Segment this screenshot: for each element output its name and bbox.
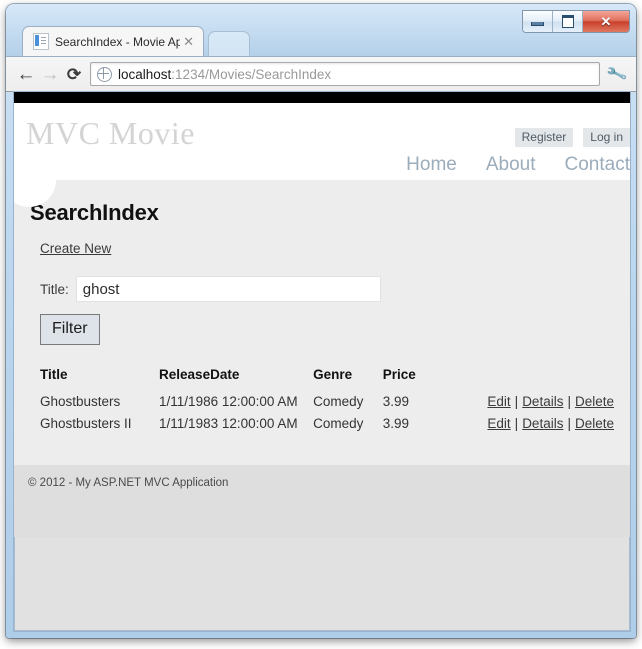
filter-button[interactable]: Filter: [40, 314, 100, 345]
footer-copyright: © 2012 - My ASP.NET MVC Application: [28, 477, 229, 489]
login-link[interactable]: Log in: [583, 128, 630, 147]
nav-link-home[interactable]: Home: [406, 155, 457, 174]
browser-tab-title: SearchIndex - Movie App: [55, 34, 181, 49]
table-row: Ghostbusters II 1/11/1983 12:00:00 AM Co…: [30, 413, 614, 435]
register-link[interactable]: Register: [514, 128, 574, 147]
forward-button[interactable]: →: [38, 62, 62, 86]
site-footer: © 2012 - My ASP.NET MVC Application: [14, 465, 630, 537]
filter-form: Title:: [30, 276, 614, 302]
title-filter-label: Title:: [40, 281, 69, 297]
browser-tabstrip: SearchIndex - Movie App ✕: [6, 26, 636, 57]
action-separator: |: [567, 416, 571, 431]
cell-releasedate: 1/11/1986 12:00:00 AM: [159, 394, 298, 409]
details-link[interactable]: Details: [522, 394, 563, 409]
details-link[interactable]: Details: [522, 416, 563, 431]
column-header-actions: [487, 367, 614, 391]
page-body: SearchIndex Create New Title: Filter Tit…: [14, 180, 630, 465]
back-button[interactable]: ←: [14, 62, 38, 86]
page-favicon-icon: [33, 33, 49, 50]
cell-genre: Comedy: [313, 416, 364, 431]
column-header-title: Title: [40, 367, 68, 382]
cell-actions: Edit | Details | Delete: [487, 413, 614, 435]
address-bar[interactable]: localhost:1234/Movies/SearchIndex: [90, 62, 600, 86]
edit-link[interactable]: Edit: [487, 416, 510, 431]
cell-genre: Comedy: [313, 394, 364, 409]
page-viewport: MVC Movie Register Log in Home About Con…: [14, 92, 630, 537]
edit-link[interactable]: Edit: [487, 394, 510, 409]
action-separator: |: [514, 416, 519, 431]
cell-actions: Edit | Details | Delete: [487, 391, 614, 413]
create-new-link[interactable]: Create New: [40, 241, 111, 256]
wrench-menu-icon[interactable]: 🔧: [604, 62, 631, 86]
globe-icon: [97, 66, 112, 82]
browser-tab-searchindex[interactable]: SearchIndex - Movie App ✕: [22, 26, 204, 56]
cell-price: 3.99: [382, 416, 409, 431]
browser-toolbar: ← → ⟳ localhost:1234/Movies/SearchIndex …: [6, 56, 636, 92]
action-separator: |: [514, 394, 519, 409]
column-header-releasedate: ReleaseDate: [159, 367, 240, 382]
title-search-input[interactable]: [75, 276, 381, 302]
table-row: Ghostbusters 1/11/1986 12:00:00 AM Comed…: [30, 391, 614, 413]
cell-title: Ghostbusters: [40, 394, 121, 409]
address-bar-path: :1234/Movies/SearchIndex: [171, 66, 332, 82]
delete-link[interactable]: Delete: [575, 416, 614, 431]
table-header-row: Title ReleaseDate Genre Price: [30, 367, 614, 391]
cell-price: 3.99: [382, 394, 409, 409]
tab-close-icon[interactable]: ✕: [180, 35, 197, 48]
address-bar-host: localhost: [118, 66, 172, 82]
cell-releasedate: 1/11/1983 12:00:00 AM: [159, 416, 298, 431]
desktop-background: ✕ SearchIndex - Movie App ✕ ← → ⟳ localh…: [0, 0, 642, 649]
nav-link-contact[interactable]: Contact: [565, 155, 630, 174]
site-header: MVC Movie Register Log in Home About Con…: [14, 103, 630, 207]
nav-link-about[interactable]: About: [486, 155, 536, 174]
main-nav: Home About Contact: [406, 155, 630, 174]
site-brand-title[interactable]: MVC Movie: [26, 117, 195, 149]
delete-link[interactable]: Delete: [575, 394, 614, 409]
window-empty-area: [14, 537, 630, 631]
account-nav: Register Log in: [514, 128, 630, 147]
main-content: SearchIndex Create New Title: Filter Tit…: [14, 180, 630, 435]
column-header-genre: Genre: [313, 367, 353, 382]
address-bar-url: localhost:1234/Movies/SearchIndex: [118, 67, 331, 82]
new-tab-button[interactable]: [208, 31, 250, 57]
browser-window: ✕ SearchIndex - Movie App ✕ ← → ⟳ localh…: [6, 4, 636, 638]
column-header-price: Price: [382, 367, 416, 382]
cell-title: Ghostbusters II: [40, 416, 132, 431]
action-separator: |: [567, 394, 571, 409]
page-top-black-bar: [14, 92, 630, 103]
movies-results-table: Title ReleaseDate Genre Price Ghostbuste…: [30, 367, 614, 435]
reload-button[interactable]: ⟳: [62, 62, 86, 86]
browser-titlebar: ✕ SearchIndex - Movie App ✕: [6, 4, 636, 57]
page-title: SearchIndex: [30, 200, 159, 225]
